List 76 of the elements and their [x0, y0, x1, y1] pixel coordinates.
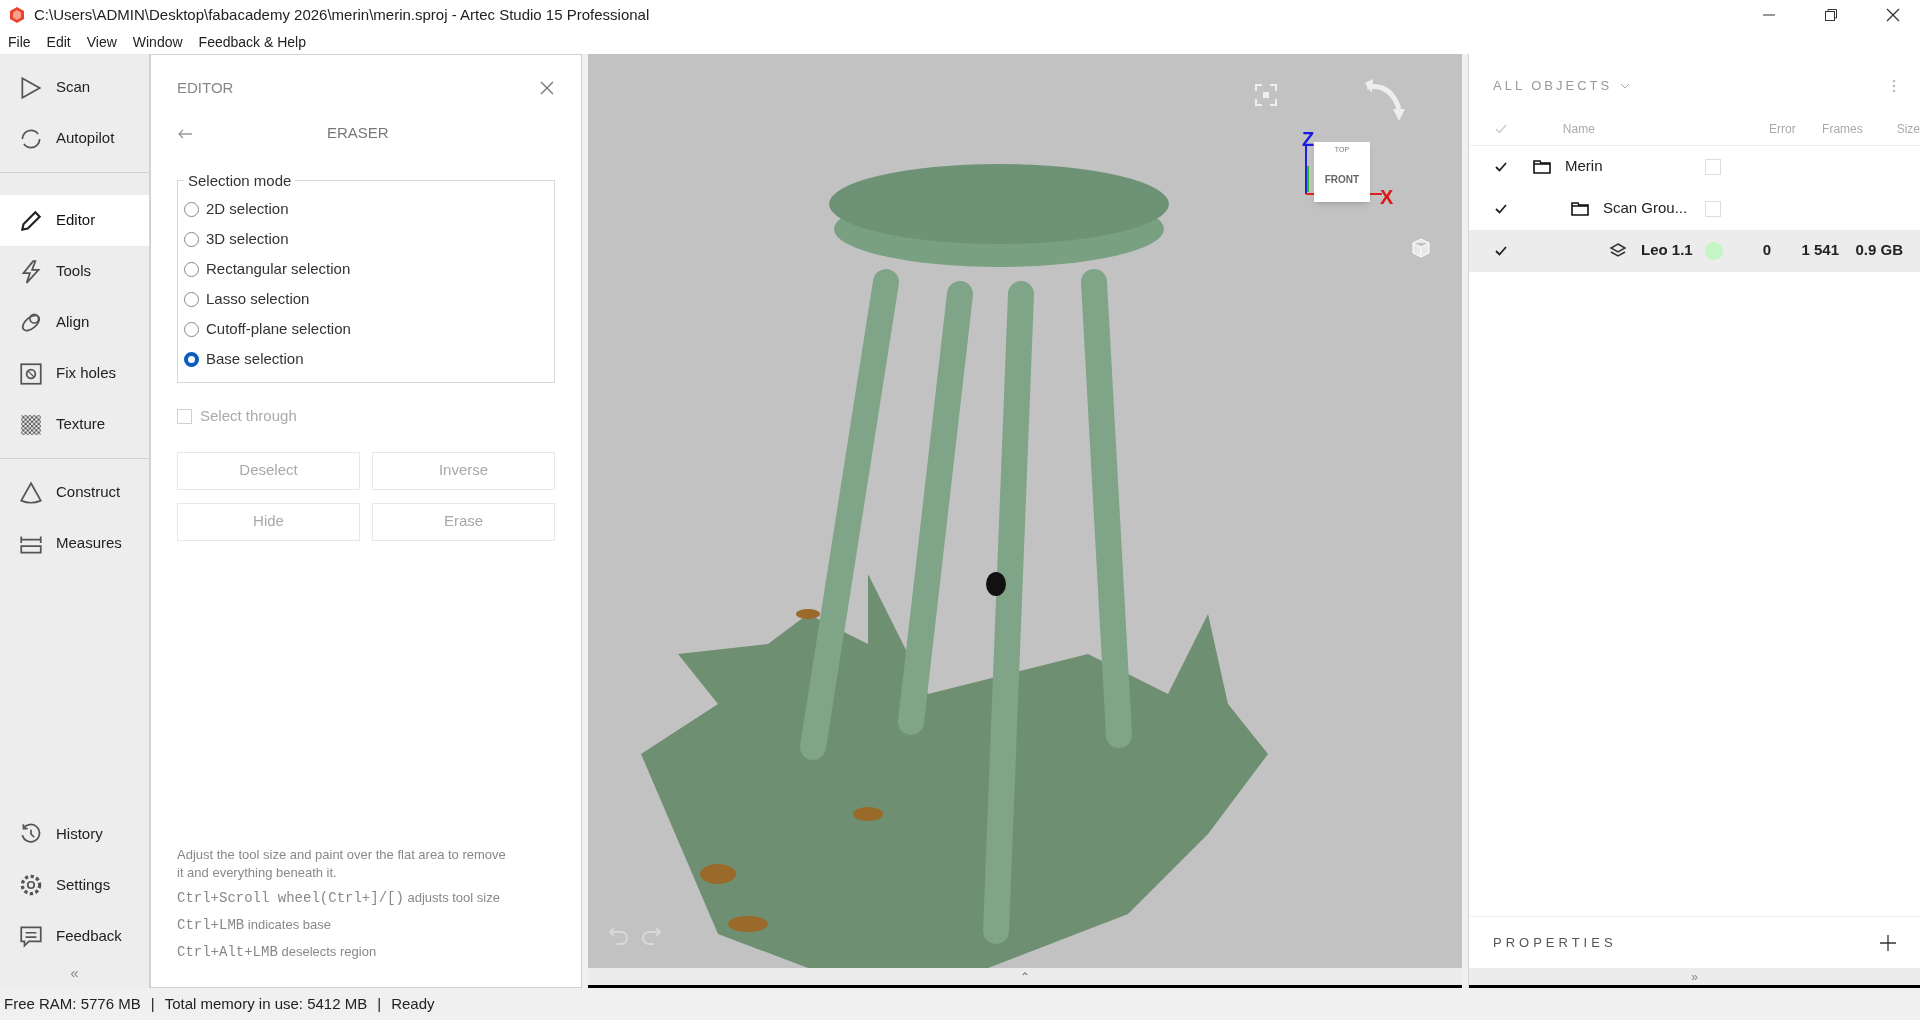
shortcut-hint: Ctrl+Scroll wheel(Ctrl+]/[) adjusts tool size [177, 889, 501, 908]
sidebar-item[interactable]: Editor [0, 195, 149, 246]
radio-label: Base selection [206, 348, 304, 369]
checkmark-icon[interactable] [1495, 161, 1507, 172]
radio-button[interactable] [184, 291, 199, 307]
table-cell-text: 0.9 GB [1854, 240, 1903, 261]
status-text: | [377, 993, 382, 1014]
sidebar-item[interactable]: Autopilot [0, 113, 149, 164]
settings-icon [18, 872, 44, 898]
play-triangle-icon [18, 74, 44, 101]
radio-label: 2D selection [206, 198, 289, 219]
table-cell-text: 1 541 [1800, 240, 1839, 261]
status-text: Ready [391, 993, 435, 1014]
radio-label: Rectangular selection [206, 258, 351, 279]
checkmark-icon[interactable] [1495, 245, 1507, 256]
menu-item[interactable]: Edit [46, 31, 71, 53]
z-axis-label: Z [1302, 127, 1315, 152]
sidebar-item[interactable]: Settings [0, 859, 149, 911]
sidebar-item[interactable]: History [0, 808, 149, 860]
tree-row[interactable]: Leo 1.1 0 1 541 0.9 GB [1469, 229, 1920, 272]
menu-item[interactable]: Feedback & Help [198, 31, 306, 53]
checkbox-label: Select through [200, 406, 297, 426]
layers-icon [1609, 242, 1627, 259]
plus-icon[interactable] [1880, 934, 1896, 951]
sidebar-item[interactable]: Tools [0, 246, 149, 297]
menu-item[interactable]: File [8, 31, 31, 53]
radio-label: Lasso selection [206, 288, 310, 309]
sidebar-item[interactable]: Feedback [0, 910, 149, 962]
folder-icon [1571, 200, 1589, 217]
radio-button[interactable] [184, 201, 199, 217]
panel-title: EDITOR [177, 78, 234, 98]
sidebar-item[interactable]: Fix holes [0, 348, 149, 399]
radio-button[interactable] [184, 321, 199, 337]
object-name: Merin [1565, 156, 1604, 177]
sidebar-item[interactable]: Measures [0, 518, 149, 569]
expand-button[interactable]: ⌃ [1020, 967, 1030, 986]
radio-button[interactable] [184, 351, 199, 367]
table-cell-text: 0 [1761, 240, 1771, 261]
sidebar-item[interactable]: Construct [0, 467, 149, 518]
visibility-toggle[interactable] [1705, 158, 1721, 175]
sidebar-item[interactable]: Scan [0, 62, 149, 113]
cone-icon [18, 479, 44, 506]
more-options-icon[interactable] [1892, 78, 1896, 93]
help-text: Adjust the tool size and paint over the flat area to remove it and everything beneath it. [177, 846, 507, 882]
tool-title: ERASER [327, 123, 389, 144]
chevron-down-icon[interactable] [1620, 82, 1631, 89]
fit-view-icon[interactable] [1255, 84, 1277, 106]
sidebar-item[interactable]: Texture [0, 399, 149, 450]
properties-title: PROPERTIES [1493, 933, 1617, 952]
object-name: Scan Grou... [1603, 198, 1689, 219]
sidebar-item[interactable]: Align [0, 297, 149, 348]
cube-icon[interactable] [1412, 238, 1430, 258]
object-name: Leo 1.1 [1641, 240, 1694, 261]
menu-item[interactable]: Window [132, 31, 183, 53]
radio-button[interactable] [184, 231, 199, 247]
status-text: | [150, 993, 155, 1014]
group-label: Selection mode [187, 170, 293, 191]
x-axis-label: X [1380, 185, 1394, 210]
shortcut-hint: Ctrl+Alt+LMB deselects region [177, 943, 378, 962]
radio-button[interactable] [184, 261, 199, 277]
folder-icon [1533, 158, 1551, 175]
close-icon[interactable] [1886, 8, 1900, 22]
shortcut-hint: Ctrl+LMB indicates base [177, 916, 332, 935]
status-text: Total memory in use: 5412 MB [164, 993, 368, 1014]
radio-label: 3D selection [206, 228, 289, 249]
check-icon[interactable] [1495, 124, 1507, 134]
restore-icon[interactable] [1824, 8, 1838, 22]
window-title: C:\Users\ADMIN\Desktop\fabacademy 2026\merin\merin.sproj - Artec Studio 15 Professional [34, 4, 650, 25]
visibility-toggle[interactable] [1705, 200, 1721, 217]
speech-bubble-icon [18, 923, 44, 949]
menu-item[interactable]: View [86, 31, 117, 53]
status-text: Free RAM: 5776 MB [4, 993, 141, 1014]
app-logo-icon [8, 6, 26, 24]
checkmark-icon[interactable] [1495, 203, 1507, 214]
radio-label: Cutoff-plane selection [206, 318, 351, 339]
back-arrow-icon[interactable] [177, 127, 193, 140]
